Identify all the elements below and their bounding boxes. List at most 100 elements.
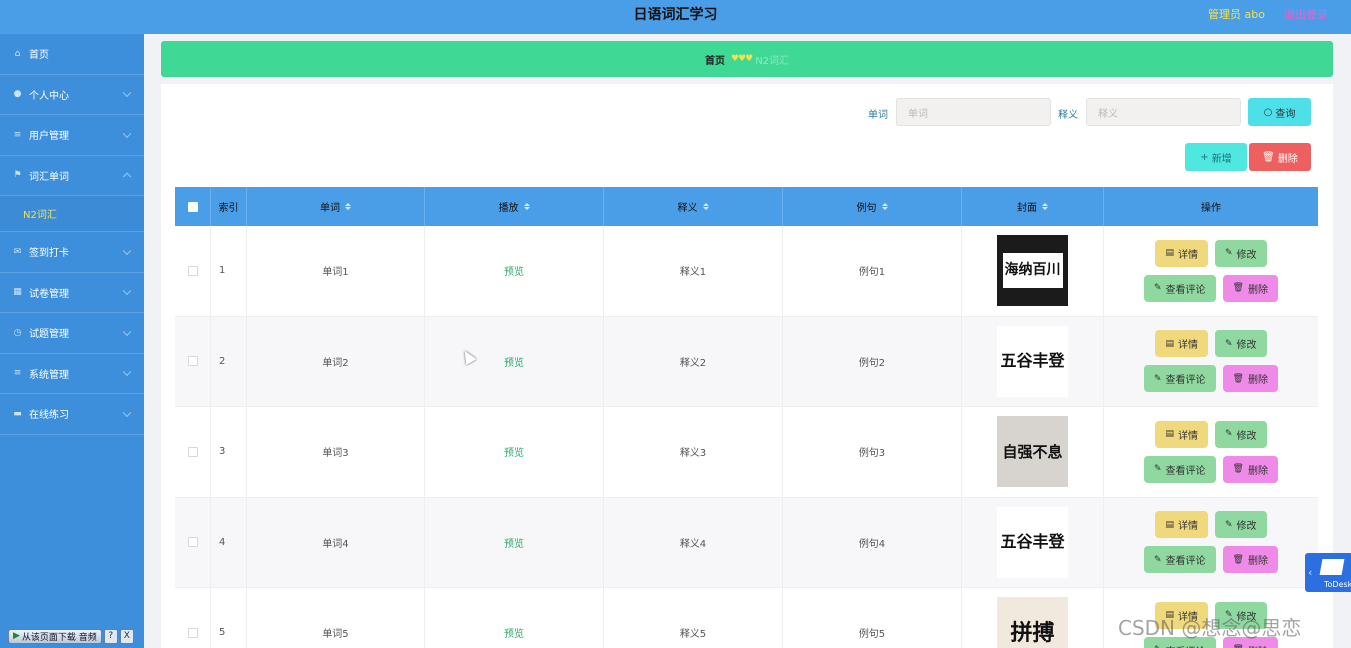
breadcrumb-current: N2词汇 (755, 55, 790, 67)
detail-button[interactable]: ▤ 详情 (1155, 511, 1208, 539)
row-meaning: 释义2 (604, 316, 783, 406)
view-comments-button[interactable]: ✎查看评论 (1144, 546, 1216, 574)
preview-link[interactable]: 预览 (504, 263, 524, 278)
preview-link[interactable]: 预览 (504, 625, 524, 640)
detail-button[interactable]: ▤ 详情 (1155, 239, 1208, 267)
row-delete-button[interactable]: 🗑删除 (1222, 546, 1278, 574)
row-checkbox[interactable] (187, 265, 198, 276)
logout-link[interactable]: 退出登录 (1284, 6, 1328, 22)
sidebar-item-system-management[interactable]: ≡ 系统管理 (0, 354, 144, 394)
sidebar-item-home[interactable]: ⌂ 首页 (0, 34, 144, 75)
cover-image[interactable]: 五谷丰登 (997, 506, 1068, 578)
cover-image[interactable]: 拼搏 (997, 597, 1068, 648)
col-meaning[interactable]: 释义 (604, 187, 783, 226)
select-all-checkbox[interactable] (187, 201, 198, 212)
word-search-label: 单词 (868, 110, 888, 121)
document-icon: ▤ (1165, 519, 1174, 530)
col-actions: 操作 (1201, 203, 1221, 214)
row-meaning: 释义4 (604, 497, 783, 587)
flag-icon: ⚑ (13, 170, 22, 181)
heart-icon: ♥♥♥ (730, 54, 753, 64)
breadcrumb: 首页 ♥♥♥ N2词汇 (161, 41, 1333, 77)
row-delete-button[interactable]: 🗑删除 (1222, 455, 1278, 483)
edit-button[interactable]: ✎ 修改 (1214, 420, 1267, 448)
edit-button[interactable]: ✎ 修改 (1214, 330, 1267, 358)
sidebar-item-label: 词汇单词 (29, 171, 69, 183)
preview-link[interactable]: 预览 (504, 444, 524, 459)
word-search-input[interactable]: 单词 (896, 98, 1051, 126)
row-word: 单词5 (247, 588, 425, 648)
cover-image[interactable]: 自强不息 (997, 416, 1068, 488)
cover-calligraphy: 自强不息 (1002, 442, 1063, 461)
close-icon[interactable]: X (119, 628, 134, 644)
col-example[interactable]: 例句 (783, 187, 962, 226)
app-title: 日语词汇学习 (633, 7, 718, 23)
todesk-widget[interactable]: ‹ ToDesk (1305, 553, 1351, 592)
document-icon: ▤ (1165, 338, 1174, 349)
edit-button[interactable]: ✎ 修改 (1214, 239, 1267, 267)
col-play[interactable]: 播放 (425, 187, 604, 226)
pencil-icon: ✎ (1224, 248, 1233, 259)
meaning-search-input[interactable]: 释义 (1086, 98, 1241, 126)
chevron-left-icon: ‹ (1308, 566, 1313, 579)
cover-image[interactable]: 海纳百川 (997, 235, 1068, 307)
edit-button-label: 修改 (1236, 430, 1257, 442)
pencil-icon: ✎ (1154, 283, 1162, 294)
detail-button[interactable]: ▤ 详情 (1155, 420, 1208, 448)
sort-icon (702, 203, 709, 210)
edit-button[interactable]: ✎ 修改 (1214, 511, 1267, 539)
preview-link[interactable]: 预览 (504, 354, 524, 369)
search-icon: ○ (1263, 106, 1273, 118)
row-actions: ▤详情 ✎修改 ✎查看评论 🗑删除 (1144, 239, 1278, 302)
row-example: 例句4 (783, 497, 962, 587)
detail-button[interactable]: ▤ 详情 (1155, 330, 1208, 358)
row-example: 例句2 (783, 316, 962, 406)
sidebar-item-online-practice[interactable]: ▬ 在线练习 (0, 394, 144, 435)
batch-delete-button[interactable]: 🗑 删除 (1249, 143, 1311, 171)
row-checkbox[interactable] (187, 446, 198, 457)
batch-delete-button-label: 删除 (1277, 153, 1298, 165)
sidebar-item-exam-management[interactable]: ▦ 试卷管理 (0, 273, 144, 313)
download-audio-button[interactable]: ▶ 从该页面下载 音频 (8, 628, 102, 644)
user-icon: ● (13, 89, 22, 100)
breadcrumb-home[interactable]: 首页 (705, 52, 725, 67)
meaning-search-label: 释义 (1058, 110, 1078, 121)
row-index: 3 (211, 407, 247, 497)
sort-icon (881, 203, 888, 210)
table-row: 3 单词3 预览 释义3 例句3 自强不息 ▤ 详情 ✎ 修改 ✎ 查看评论 🗑 删除 (175, 407, 1318, 498)
chevron-down-icon (122, 367, 132, 377)
view-comments-button[interactable]: ✎查看评论 (1144, 455, 1216, 483)
sidebar-item-user-management[interactable]: ≡ 用户管理 (0, 115, 144, 156)
preview-link[interactable]: 预览 (504, 535, 524, 550)
add-button-label: 新增 (1211, 153, 1232, 165)
row-checkbox[interactable] (187, 627, 198, 638)
chevron-down-icon (122, 129, 132, 138)
sidebar-item-label: 系统管理 (29, 369, 69, 381)
col-cover[interactable]: 封面 (962, 187, 1104, 226)
trash-icon: 🗑 (1232, 373, 1244, 384)
view-comments-button[interactable]: ✎查看评论 (1144, 365, 1216, 393)
row-actions: ▤详情 ✎修改 ✎查看评论 🗑删除 (1144, 511, 1278, 574)
row-index: 2 (211, 316, 247, 406)
table-header: 索引 单词 播放 释义 例句 封面 操作 (175, 187, 1318, 226)
col-example-label: 例句 (856, 203, 877, 214)
row-checkbox[interactable] (187, 356, 198, 367)
row-delete-button[interactable]: 🗑删除 (1222, 274, 1278, 302)
view-comments-label: 查看评论 (1165, 465, 1206, 477)
row-checkbox[interactable] (187, 537, 198, 548)
query-button[interactable]: ○ 查询 (1248, 98, 1311, 126)
row-delete-button[interactable]: 🗑删除 (1222, 365, 1278, 393)
sidebar-item-vocabulary[interactable]: ⚑ 词汇单词 (0, 156, 144, 196)
sidebar-subitem-n2-vocabulary[interactable]: N2词汇 (0, 196, 144, 232)
view-comments-label: 查看评论 (1165, 556, 1206, 568)
sidebar-item-question-management[interactable]: ◷ 试题管理 (0, 313, 144, 354)
col-word[interactable]: 单词 (247, 187, 425, 226)
sidebar-item-personal-center[interactable]: ● 个人中心 (0, 75, 144, 115)
cover-image[interactable]: 五谷丰登 (997, 325, 1068, 397)
view-comments-button[interactable]: ✎查看评论 (1144, 274, 1216, 302)
sidebar-item-check-in[interactable]: ✉ 签到打卡 (0, 232, 144, 273)
add-button[interactable]: + 新增 (1185, 143, 1247, 171)
help-icon[interactable]: ? (103, 628, 118, 644)
sidebar-item-label: 试卷管理 (29, 288, 69, 300)
csdn-watermark: CSDN @想念@思恋 (1118, 616, 1302, 640)
